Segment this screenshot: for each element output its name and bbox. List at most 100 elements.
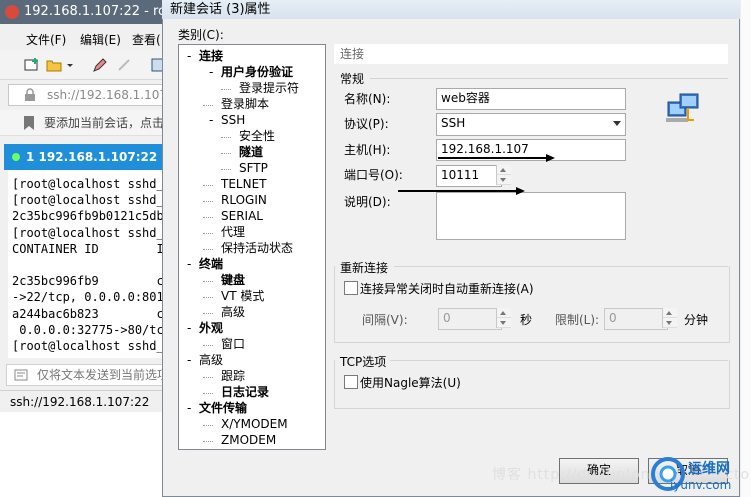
tree-item[interactable]: 高级 xyxy=(221,305,245,320)
spin-down-icon[interactable] xyxy=(497,175,511,185)
port-input[interactable]: 10111 xyxy=(436,165,502,187)
tree-item[interactable]: SFTP xyxy=(239,161,268,176)
tree-item[interactable]: 代理 xyxy=(221,225,245,240)
auto-reconnect-label: 连接异常关闭时自动重新连接(A) xyxy=(360,282,534,296)
bookmark-icon xyxy=(24,116,34,130)
tree-item[interactable]: ZMODEM xyxy=(221,433,276,448)
tree-item[interactable]: 日志记录 xyxy=(221,385,269,400)
nagle-label: 使用Nagle算法(U) xyxy=(360,376,461,390)
port-spinner[interactable] xyxy=(496,165,511,185)
annotation-arrowhead-port xyxy=(516,187,525,195)
menu-edit[interactable]: 编辑(E) xyxy=(80,31,121,48)
spin-up-icon[interactable] xyxy=(497,165,511,175)
tree-item[interactable]: 高级 xyxy=(199,353,223,368)
background-menubar: 文件(F) 编辑(E) 查看( xyxy=(0,28,170,48)
tree-connector xyxy=(203,249,213,250)
tree-item[interactable]: 用户身份验证 xyxy=(221,65,293,80)
terminal-line: a244bac6b823 ce xyxy=(12,306,170,321)
spin-up-icon[interactable] xyxy=(497,308,511,318)
category-tree[interactable]: - 连接 - 用户身份验证 登录提示符 登录脚本 - SSH 安全性 隧道 SFTP TELNET RL… xyxy=(178,44,326,450)
host-label: 主机(H): xyxy=(344,143,391,157)
tree-item[interactable]: 登录脚本 xyxy=(221,97,269,112)
section-title: 连接 xyxy=(334,44,728,64)
tree-item[interactable]: 隧道 xyxy=(239,145,263,160)
menu-view[interactable]: 查看( xyxy=(132,31,161,48)
network-computers-icon xyxy=(666,93,699,122)
name-label: 名称(N): xyxy=(344,92,391,106)
tree-connector xyxy=(221,153,231,154)
tcp-group-line xyxy=(390,360,728,361)
compose-bar-icon xyxy=(14,369,28,381)
disconnect-icon[interactable] xyxy=(116,57,132,73)
tree-connector xyxy=(203,441,213,442)
limit-spinner[interactable] xyxy=(662,308,677,328)
send-text-input[interactable]: 仅将文本发送到当前选项 xyxy=(6,364,170,386)
tree-connector xyxy=(203,281,213,282)
tree-expander-icon[interactable]: - xyxy=(209,65,213,80)
terminal-line: [root@localhost sshd_c xyxy=(12,225,170,240)
session-tab-label: 1 192.168.1.107:22 xyxy=(26,150,158,164)
limit-input[interactable]: 0 xyxy=(604,308,668,330)
background-edge xyxy=(740,0,751,497)
limit-label: 限制(L): xyxy=(555,313,600,327)
spin-up-icon[interactable] xyxy=(663,308,677,318)
tree-item[interactable]: 保持活动状态 xyxy=(221,241,293,256)
general-group-line xyxy=(370,78,728,79)
tree-item[interactable]: TELNET xyxy=(221,177,267,192)
terminal-line: 0.0.0.0:32775->80/tcp xyxy=(12,322,170,337)
menu-file[interactable]: 文件(F) xyxy=(26,31,66,48)
chevron-down-icon xyxy=(613,121,621,126)
protocol-value: SSH xyxy=(441,116,466,130)
tree-expander-icon[interactable]: - xyxy=(187,321,191,336)
tree-item[interactable]: 安全性 xyxy=(239,129,275,144)
terminal-output[interactable]: [root@localhost sshd_c [root@localhost ss… xyxy=(8,170,170,358)
tree-connector xyxy=(203,201,213,202)
brand-logo: 运维网 iyunv.com xyxy=(650,452,742,496)
tree-item[interactable]: 文件传输 xyxy=(199,401,247,416)
tree-item[interactable]: 连接 xyxy=(199,49,223,64)
general-group-label: 常规 xyxy=(340,72,365,86)
tree-connector xyxy=(203,345,213,346)
tree-expander-icon[interactable]: - xyxy=(187,49,191,64)
tree-item[interactable]: 键盘 xyxy=(221,273,245,288)
tree-expander-icon[interactable]: - xyxy=(187,401,191,416)
annotation-arrow-host xyxy=(438,157,546,159)
protocol-label: 协议(P): xyxy=(344,117,389,131)
nagle-checkbox[interactable] xyxy=(344,375,358,389)
session-tab[interactable]: 1 192.168.1.107:22× xyxy=(4,144,164,170)
tree-expander-icon[interactable]: - xyxy=(187,353,191,368)
dropdown-arrow-icon[interactable] xyxy=(66,57,74,73)
new-session-icon[interactable] xyxy=(24,57,40,73)
tree-item[interactable]: SSH xyxy=(221,113,245,128)
tree-item[interactable]: 终端 xyxy=(199,257,223,272)
tree-expander-icon[interactable]: - xyxy=(209,113,213,128)
tree-item[interactable]: 外观 xyxy=(199,321,223,336)
tree-expander-icon[interactable]: - xyxy=(187,257,191,272)
tree-item[interactable]: 登录提示符 xyxy=(239,81,299,96)
tree-item[interactable]: 窗口 xyxy=(221,337,245,352)
brand-url: iyunv.com xyxy=(670,478,732,492)
xshell-app-icon xyxy=(5,5,19,19)
description-label: 说明(D): xyxy=(344,195,391,209)
open-folder-icon[interactable] xyxy=(46,57,62,73)
tree-item[interactable]: 跟踪 xyxy=(221,369,245,384)
spin-down-icon[interactable] xyxy=(497,318,511,328)
protocol-select[interactable]: SSH xyxy=(436,113,626,136)
spin-down-icon[interactable] xyxy=(663,318,677,328)
tree-connector xyxy=(203,185,213,186)
interval-input[interactable]: 0 xyxy=(438,308,502,330)
annotation-arrowhead-host xyxy=(546,154,555,162)
name-input[interactable]: web容器 xyxy=(436,88,626,110)
auto-reconnect-checkbox[interactable] xyxy=(344,281,358,295)
interval-spinner[interactable] xyxy=(496,308,511,328)
pen-icon[interactable] xyxy=(92,57,108,73)
tree-item[interactable]: X/YMODEM xyxy=(221,417,288,432)
dialog-title: 新建会话 (3)属性 xyxy=(162,0,740,19)
tree-item[interactable]: VT 模式 xyxy=(221,289,264,304)
tree-item[interactable]: RLOGIN xyxy=(221,193,267,208)
background-window-title: 192.168.1.107:22 - root xyxy=(0,0,170,24)
category-label: 类别(C): xyxy=(178,28,224,42)
status-bar: ssh://192.168.1.107:22 xyxy=(0,390,170,412)
description-input[interactable] xyxy=(436,192,626,240)
tree-item[interactable]: SERIAL xyxy=(221,209,263,224)
